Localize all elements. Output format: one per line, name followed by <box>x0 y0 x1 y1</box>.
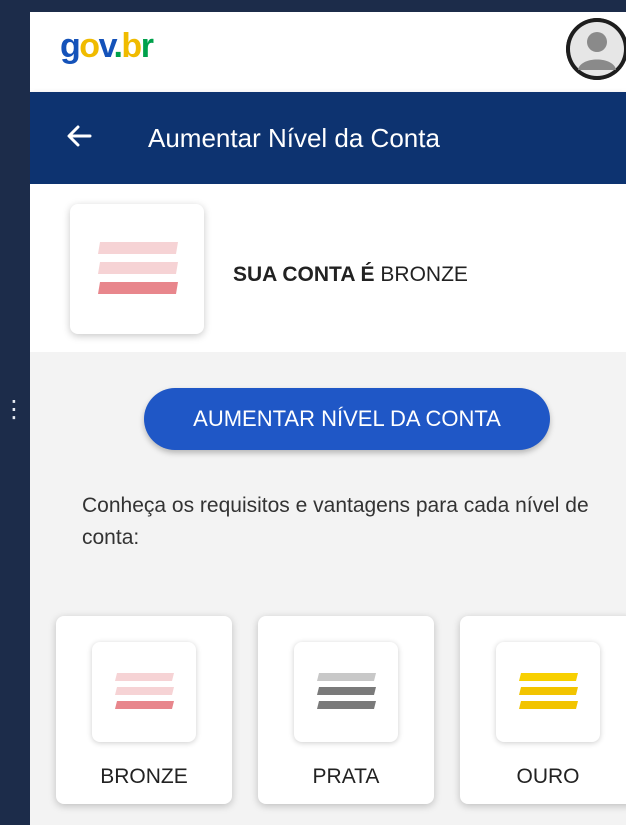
user-avatar-icon[interactable] <box>566 18 626 80</box>
current-level-badge <box>70 204 204 334</box>
status-level: BRONZE <box>380 263 468 286</box>
level-label: BRONZE <box>100 765 188 788</box>
level-card-ouro[interactable]: OURO <box>460 616 626 804</box>
level-icon-box <box>496 642 600 742</box>
govbr-logo[interactable]: gov.br <box>60 26 154 66</box>
level-label: PRATA <box>312 765 380 788</box>
app-screen: gov.br Aumentar Nível da Conta SUA CONTA… <box>30 12 626 825</box>
page-header: Aumentar Nível da Conta <box>30 92 626 184</box>
status-label: SUA CONTA É <box>233 263 375 286</box>
gold-level-icon <box>519 673 578 709</box>
level-card-prata[interactable]: PRATA <box>258 616 434 804</box>
levels-list: BRONZE PRATA OURO <box>56 616 626 806</box>
bronze-level-icon <box>98 242 178 294</box>
top-bar: gov.br <box>30 12 626 92</box>
level-label: OURO <box>516 765 580 788</box>
arrow-left-icon[interactable] <box>60 116 100 156</box>
bronze-level-icon <box>115 673 174 709</box>
level-card-bronze[interactable]: BRONZE <box>56 616 232 804</box>
increase-level-button[interactable]: AUMENTAR NÍVEL DA CONTA <box>144 388 550 450</box>
levels-info-text: Conheça os requisitos e vantagens para c… <box>82 494 589 549</box>
account-level-text: SUA CONTA É BRONZE <box>233 262 468 288</box>
level-icon-box <box>92 642 196 742</box>
level-icon-box <box>294 642 398 742</box>
page-title: Aumentar Nível da Conta <box>148 123 440 153</box>
silver-level-icon <box>317 673 376 709</box>
overflow-glyph: ⋮ <box>2 396 26 423</box>
account-status-section: SUA CONTA É BRONZE <box>30 184 626 352</box>
